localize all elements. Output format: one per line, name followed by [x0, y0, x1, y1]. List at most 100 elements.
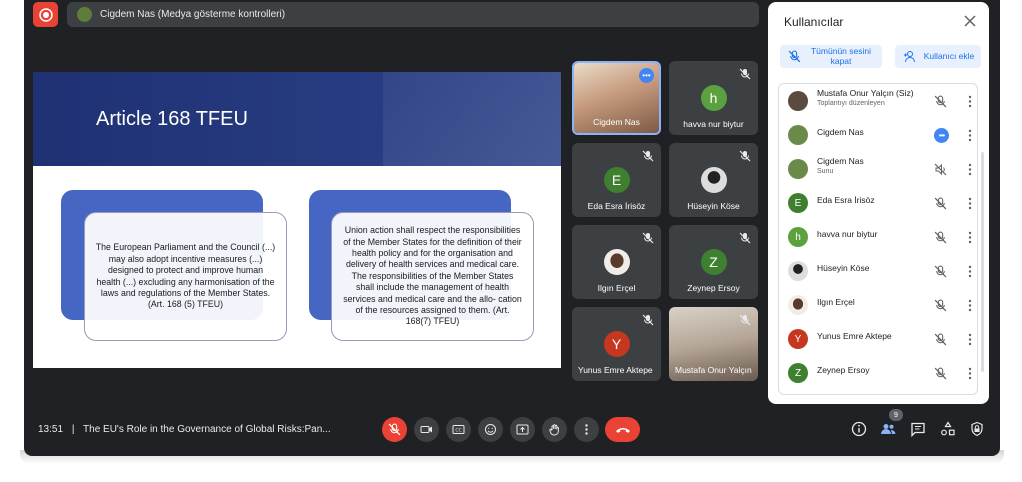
people-panel: Kullanıcılar Tümünün sesini kapat Kullan… — [768, 2, 989, 404]
more-options-icon[interactable]: ••• — [639, 68, 654, 83]
info-icon[interactable] — [851, 421, 867, 437]
more-vert-icon[interactable] — [964, 265, 976, 278]
meeting-info: 13:51 | The EU's Role in the Governance … — [38, 424, 331, 435]
list-item[interactable]: h havva nur biytur — [779, 220, 979, 254]
present-screen-button[interactable] — [510, 417, 535, 442]
more-vert-icon — [585, 424, 588, 435]
add-user-label: Kullanıcı ekle — [923, 50, 975, 61]
volume-off-icon[interactable] — [934, 163, 947, 176]
participant-role: Toplantıyı düzenleyen — [817, 100, 885, 107]
more-vert-icon[interactable] — [964, 231, 976, 244]
mic-off-icon — [388, 423, 401, 436]
participant-name: Eda Esra İrisöz — [817, 195, 875, 205]
camera-icon — [420, 426, 432, 433]
presenter-controls-bar[interactable]: Cigdem Nas (Medya gösterme kontrolleri) — [67, 2, 759, 27]
mic-off-icon[interactable] — [934, 95, 947, 108]
avatar — [788, 159, 808, 179]
panel-title: Kullanıcılar — [784, 15, 844, 29]
tile-yunus-emre-aktepe[interactable]: Y Yunus Emre Aktepe — [572, 307, 661, 381]
mic-off-icon[interactable] — [934, 265, 947, 278]
tile-havva-nur-biytur[interactable]: h havva nur biytur — [669, 61, 758, 135]
more-vert-icon[interactable] — [964, 367, 976, 380]
list-item[interactable]: Hüseyin Köse — [779, 254, 979, 288]
avatar — [788, 295, 808, 315]
meeting-window: Cigdem Nas (Medya gösterme kontrolleri) … — [24, 0, 1000, 456]
participant-name: Ilgın Erçel — [817, 297, 855, 307]
slide-title: Article 168 TFEU — [96, 108, 248, 130]
speaking-indicator-icon: ••• — [934, 128, 949, 143]
list-item[interactable]: Cigdem Nas ••• — [779, 118, 979, 152]
hand-icon — [549, 424, 559, 436]
more-vert-icon[interactable] — [964, 163, 976, 176]
participant-name: Hüseyin Köse — [817, 263, 870, 273]
tile-name: Ilgın Erçel — [597, 283, 636, 293]
recording-button[interactable] — [33, 2, 58, 27]
list-item[interactable]: Ilgın Erçel — [779, 288, 979, 322]
mic-off-icon[interactable] — [934, 367, 947, 380]
list-item[interactable]: E Eda Esra İrisöz — [779, 186, 979, 220]
more-vert-icon[interactable] — [964, 129, 976, 142]
captions-icon: CC — [452, 425, 465, 434]
tile-name: Yunus Emre Aktepe — [578, 365, 653, 375]
mic-off-icon — [788, 50, 801, 63]
present-icon — [516, 424, 529, 435]
chat-icon[interactable] — [910, 421, 926, 437]
participant-list: Mustafa Onur Yalçın (Siz) Toplantıyı düz… — [778, 83, 978, 395]
avatar: E — [603, 167, 630, 193]
mic-off-icon[interactable] — [934, 197, 947, 210]
svg-text:CC: CC — [455, 428, 461, 434]
more-vert-icon[interactable] — [964, 95, 976, 108]
list-item[interactable]: Cigdem Nas Sunu — [779, 152, 979, 186]
participant-count-badge: 9 — [889, 409, 903, 421]
camera-toggle-button[interactable] — [414, 417, 439, 442]
avatar — [700, 167, 727, 193]
mic-off-icon — [739, 150, 751, 162]
activities-icon[interactable] — [940, 421, 956, 437]
mic-off-icon[interactable] — [934, 299, 947, 312]
tile-ilgin-ercel[interactable]: Ilgın Erçel — [572, 225, 661, 299]
participant-name: havva nur biytur — [817, 229, 878, 239]
panel-scrollbar[interactable] — [981, 152, 984, 372]
participant-name: Yunus Emre Aktepe — [817, 331, 892, 341]
list-item[interactable]: Y Yunus Emre Aktepe — [779, 322, 979, 356]
add-user-button[interactable]: Kullanıcı ekle — [895, 45, 981, 68]
close-icon[interactable] — [963, 14, 977, 28]
participant-name: Mustafa Onur Yalçın (Siz) — [817, 88, 914, 98]
more-vert-icon[interactable] — [964, 299, 976, 312]
reactions-button[interactable] — [478, 417, 503, 442]
tile-zeynep-ersoy[interactable]: Z Zeynep Ersoy — [669, 225, 758, 299]
tile-eda-esra-irisoz[interactable]: E Eda Esra İrisöz — [572, 143, 661, 217]
more-vert-icon[interactable] — [964, 333, 976, 346]
mic-off-icon[interactable] — [934, 333, 947, 346]
presentation-slide: Article 168 TFEU The European Parliament… — [33, 72, 561, 368]
tile-name: Eda Esra İrisöz — [587, 201, 646, 211]
presenter-label: Cigdem Nas (Medya gösterme kontrolleri) — [100, 9, 286, 20]
leave-call-button[interactable] — [605, 417, 640, 442]
captions-button[interactable]: CC — [446, 417, 471, 442]
mic-off-icon[interactable] — [934, 231, 947, 244]
people-icon[interactable] — [880, 421, 896, 437]
presenter-avatar — [77, 7, 92, 22]
tile-mustafa-onur-yalcin[interactable]: Mustafa Onur Yalçın — [669, 307, 758, 381]
tile-name: Zeynep Ersoy — [687, 283, 740, 293]
tile-huseyin-kose[interactable]: Hüseyin Köse — [669, 143, 758, 217]
mic-toggle-button[interactable] — [382, 417, 407, 442]
participant-role: Sunu — [817, 168, 834, 175]
host-controls-icon[interactable] — [969, 421, 985, 437]
list-item[interactable]: Z Zeynep Ersoy — [779, 356, 979, 390]
tile-cigdem-nas[interactable]: ••• Cigdem Nas — [572, 61, 661, 135]
add-person-icon — [904, 51, 915, 63]
avatar: h — [700, 85, 727, 111]
raise-hand-button[interactable] — [542, 417, 567, 442]
mute-all-label: Tümünün sesini kapat — [810, 46, 871, 66]
tile-name: Cigdem Nas — [593, 117, 640, 127]
participant-name: Cigdem Nas — [817, 127, 864, 137]
mute-all-button[interactable]: Tümünün sesini kapat — [780, 45, 882, 68]
list-item[interactable]: Mustafa Onur Yalçın (Siz) Toplantıyı düz… — [779, 84, 979, 118]
slide-left-text: The European Parliament and the Council … — [84, 212, 287, 341]
avatar: E — [788, 193, 808, 213]
avatar — [603, 249, 630, 275]
more-options-button[interactable] — [574, 417, 599, 442]
slide-right-text: Union action shall respect the responsib… — [331, 212, 534, 341]
more-vert-icon[interactable] — [964, 197, 976, 210]
